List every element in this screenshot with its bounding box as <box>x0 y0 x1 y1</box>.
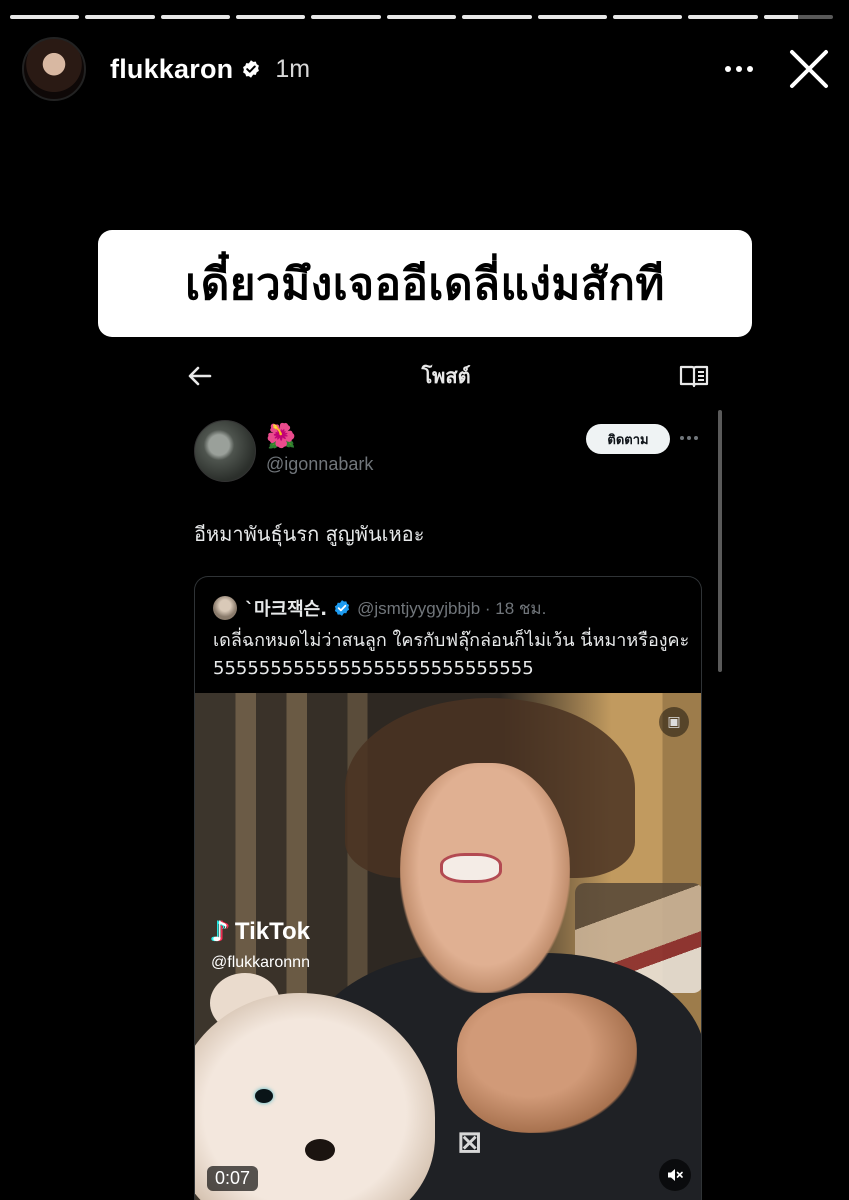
quoted-tweet[interactable]: `마크잭슨. @jsmtjyygyjbbjb · 18 ชม. เดลี่ฉกห… <box>194 576 702 1200</box>
video-person-mouth <box>440 853 502 883</box>
progress-segment <box>763 15 833 19</box>
tiktok-brand: TikTok <box>234 917 311 945</box>
progress-segment <box>85 15 155 19</box>
quoted-author-avatar <box>213 596 237 620</box>
story-progress-bar <box>10 15 833 19</box>
progress-fill <box>160 15 231 19</box>
scrollbar[interactable] <box>718 410 722 672</box>
tweet-author-avatar[interactable] <box>194 420 256 482</box>
video-player[interactable]: ⊠ ♪ TikTok @flukkaronnn ▣ 0:07 <box>195 693 701 1200</box>
progress-fill <box>236 15 306 19</box>
post-bar-title: โพสต์ <box>421 364 471 388</box>
progress-fill <box>537 15 607 19</box>
captions-off-icon[interactable]: ▣ <box>659 707 689 737</box>
dot <box>694 436 698 440</box>
tweet-text: อีหมาพันธุ์นรก สูญพันเหอะ <box>194 522 425 546</box>
speaker-muted-icon <box>668 1169 683 1181</box>
video-duration: 0:07 <box>207 1166 259 1191</box>
progress-segment <box>462 15 532 19</box>
tiktok-logo-icon: ♪ <box>211 915 229 948</box>
tweet-handle[interactable]: @igonnabark <box>266 454 373 475</box>
dot <box>736 66 742 72</box>
progress-segment <box>236 15 306 19</box>
progress-fill <box>311 15 381 19</box>
avatar[interactable] <box>22 37 86 101</box>
shirt-logo: ⊠ <box>457 1125 483 1160</box>
progress-fill <box>688 15 758 19</box>
progress-fill <box>10 15 80 19</box>
progress-fill <box>612 15 683 19</box>
tweet-more-icon[interactable] <box>680 430 702 446</box>
dot <box>747 66 753 72</box>
progress-fill <box>386 15 457 19</box>
progress-fill <box>462 15 532 19</box>
progress-segment <box>688 15 758 19</box>
username[interactable]: flukkaron <box>110 54 233 85</box>
dot <box>680 436 684 440</box>
verified-badge-icon <box>334 600 350 616</box>
tiktok-watermark: ♪ TikTok @flukkaronnn <box>211 915 310 972</box>
reader-mode-icon[interactable] <box>678 362 710 390</box>
tweet-display-name[interactable]: 🌺 <box>266 422 296 450</box>
dot <box>725 66 731 72</box>
close-icon[interactable] <box>787 47 831 91</box>
dot <box>687 436 691 440</box>
story-timestamp: 1m <box>275 54 311 83</box>
progress-fill <box>85 15 155 19</box>
progress-segment <box>311 15 381 19</box>
puppy-nose <box>305 1139 335 1161</box>
quoted-author-handle: @jsmtjyygyjbbjb · 18 ชม. <box>357 598 547 618</box>
back-arrow-icon[interactable] <box>186 362 214 390</box>
post-top-bar: โพสต์ <box>168 352 728 400</box>
follow-button[interactable]: ติดตาม <box>586 424 670 454</box>
quoted-author-name: `마크잭슨. <box>245 599 328 620</box>
mute-icon[interactable] <box>659 1159 691 1191</box>
progress-segment <box>612 15 683 19</box>
video-person-hand <box>457 993 637 1133</box>
verified-badge-icon <box>243 60 260 78</box>
progress-segment <box>160 15 231 19</box>
puppy-eye <box>255 1089 273 1103</box>
progress-segment <box>10 15 80 19</box>
tweet-card: 🌺 @igonnabark ติดตาม อีหมาพันธุ์นรก สูญพ… <box>168 404 728 1200</box>
tiktok-username: @flukkaronnn <box>211 954 310 971</box>
story-header: flukkaron 1m <box>22 37 831 101</box>
quoted-tweet-header: `마크잭슨. @jsmtjyygyjbbjb · 18 ชม. <box>213 595 546 621</box>
progress-fill <box>763 15 799 19</box>
quoted-tweet-text: เดลี่ฉกหมดไม่ว่าสนลูก ใครกับฟลุ๊กล่อนก็ไ… <box>213 630 690 679</box>
more-options-button[interactable] <box>719 49 759 89</box>
progress-segment <box>537 15 607 19</box>
story-caption: เดี๋ยวมึงเจออีเดลี่แง่มสักที <box>98 230 752 337</box>
progress-segment <box>386 15 457 19</box>
caption-text: เดี๋ยวมึงเจออีเดลี่แง่มสักที <box>185 258 665 310</box>
